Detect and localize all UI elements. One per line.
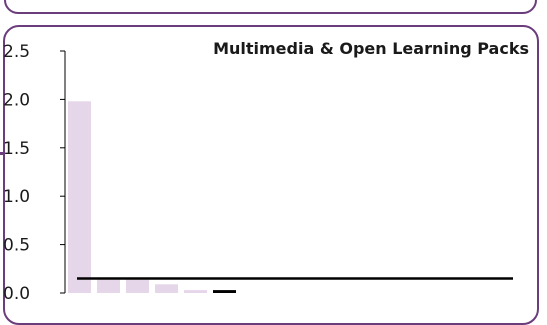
- chart-title: Multimedia & Open Learning Packs: [213, 39, 529, 58]
- bar: [213, 290, 236, 293]
- bar: [97, 278, 120, 293]
- bar: [68, 101, 91, 293]
- y-tick-label: 2.0: [3, 90, 30, 110]
- y-axis-ticks: 0.0 0.5 1.0 1.5 2.0 2.5: [3, 42, 65, 304]
- y-tick-label: 1.5: [3, 139, 30, 159]
- y-tick-label: 2.5: [3, 42, 30, 62]
- bar: [126, 279, 149, 293]
- bar: [155, 284, 178, 293]
- y-tick-label: 0.0: [3, 284, 30, 304]
- bar: [184, 290, 207, 293]
- y-tick-label: 0.5: [3, 236, 30, 256]
- bar-series: [68, 101, 236, 293]
- y-tick-label: 1.0: [3, 187, 30, 207]
- bar-chart: 0.0 0.5 1.0 1.5 2.0 2.5 Multimedia & Open Lea…: [3, 39, 529, 304]
